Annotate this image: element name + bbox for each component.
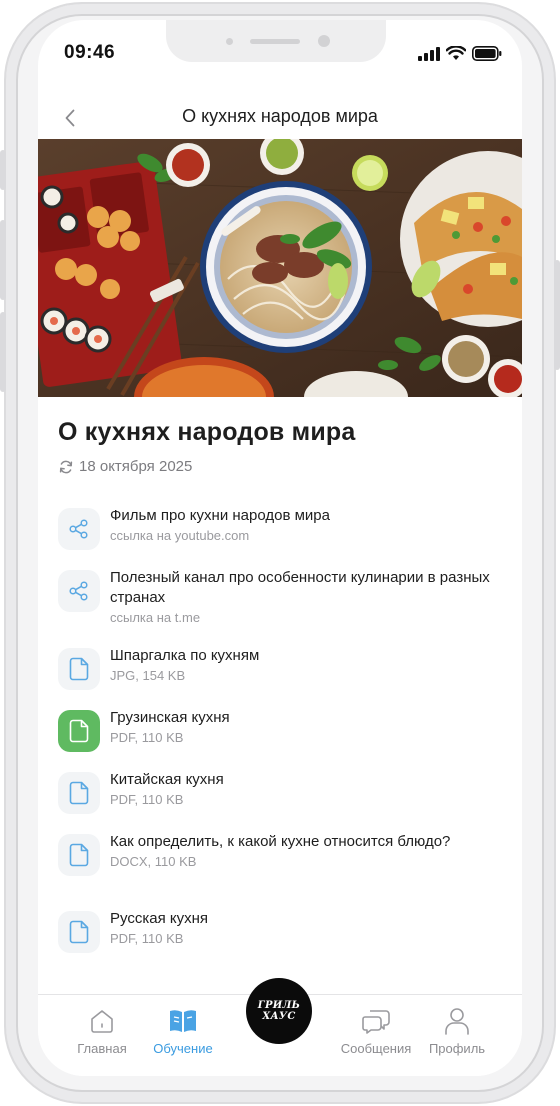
mute-switch (0, 150, 6, 190)
file-icon (69, 657, 89, 681)
home-icon (91, 1010, 113, 1033)
material-meta: ссылка на youtube.com (110, 528, 250, 543)
material-title: Китайская кухня (110, 771, 224, 788)
volume-down-button (0, 312, 6, 392)
material-title: Фильм про кухни народов мира (110, 507, 330, 524)
brand-logo: ГРИЛЬ (257, 1000, 301, 1011)
tab-learning[interactable]: Обучение (135, 1005, 231, 1056)
tab-profile[interactable]: Профиль (409, 1005, 505, 1056)
tab-learning-label: Обучение (153, 1041, 213, 1056)
material-meta: PDF, 110 KB (110, 931, 184, 946)
page-title: О кухнях народов мира (182, 106, 378, 126)
hero-image (38, 139, 522, 397)
material-meta: ссылка на t.me (110, 610, 201, 625)
material-title: Как определить, к какой кухне относится … (110, 833, 451, 850)
file-icon (69, 920, 89, 944)
article-date: 18 октября 2025 (58, 458, 192, 475)
tab-messages-label: Сообщения (340, 1041, 412, 1056)
app-screen: 09:46 О кухнях народов мира О кухнях нар… (38, 20, 522, 1076)
material-meta: PDF, 110 KB (110, 792, 184, 807)
material-title: Полезный канал про особенности кулинарии… (110, 569, 490, 606)
file-icon (69, 781, 89, 805)
tab-home-label: Главная (77, 1041, 127, 1056)
article-title: О кухнях народов мира (58, 418, 356, 446)
notch (166, 20, 386, 62)
signal-icon (418, 46, 440, 61)
user-icon (445, 1008, 469, 1035)
navigation-bar: О кухнях народов мира (38, 98, 522, 138)
material-title: Шпаргалка по кухням (110, 647, 260, 664)
status-time: 09:46 (64, 42, 116, 63)
chat-icon (362, 1010, 390, 1034)
file-icon (69, 719, 89, 743)
material-meta: DOCX, 110 KB (110, 854, 197, 869)
food-photo (38, 139, 522, 397)
share-icon (69, 581, 88, 601)
wifi-icon (446, 46, 466, 60)
brand-logo: ХАУС (262, 1011, 296, 1022)
material-meta: JPG, 154 KB (110, 668, 186, 683)
book-icon (170, 1010, 196, 1032)
refresh-icon (59, 460, 73, 473)
power-button (554, 260, 560, 370)
material-meta: PDF, 110 KB (110, 730, 184, 745)
date-text: 18 октября 2025 (79, 458, 193, 475)
tab-profile-label: Профиль (428, 1041, 486, 1056)
status-icons (418, 46, 502, 61)
file-icon (69, 843, 89, 867)
brand-logo-button[interactable]: ГРИЛЬ ХАУС (246, 978, 312, 1044)
share-icon (69, 519, 88, 539)
battery-icon (472, 46, 502, 61)
material-title: Грузинская кухня (110, 709, 230, 726)
volume-up-button (0, 220, 6, 300)
material-title: Русская кухня (110, 910, 208, 927)
